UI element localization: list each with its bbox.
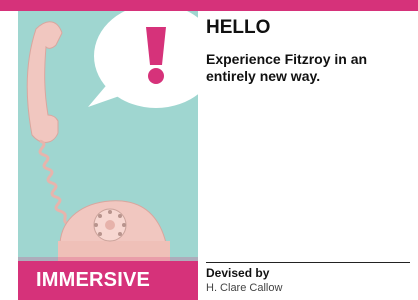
headline: HELLO: [206, 17, 271, 38]
divider: [206, 262, 410, 263]
top-accent-bar: [0, 0, 418, 11]
hero-image: [18, 11, 198, 261]
telephone-illustration: [18, 11, 198, 261]
credit-label: Devised by: [206, 266, 270, 280]
phone-base-icon: [58, 200, 170, 261]
exclamation-icon: [146, 27, 166, 84]
category-label: IMMERSIVE: [36, 269, 151, 291]
credit-name: H. Clare Callow: [206, 282, 283, 294]
description: Experience Fitzroy in an entirely new wa…: [206, 51, 368, 84]
phone-handset-icon: [26, 21, 63, 143]
category-banner: IMMERSIVE: [18, 261, 198, 300]
speech-bubble-icon: [88, 11, 198, 108]
phone-cord-icon: [38, 139, 71, 227]
